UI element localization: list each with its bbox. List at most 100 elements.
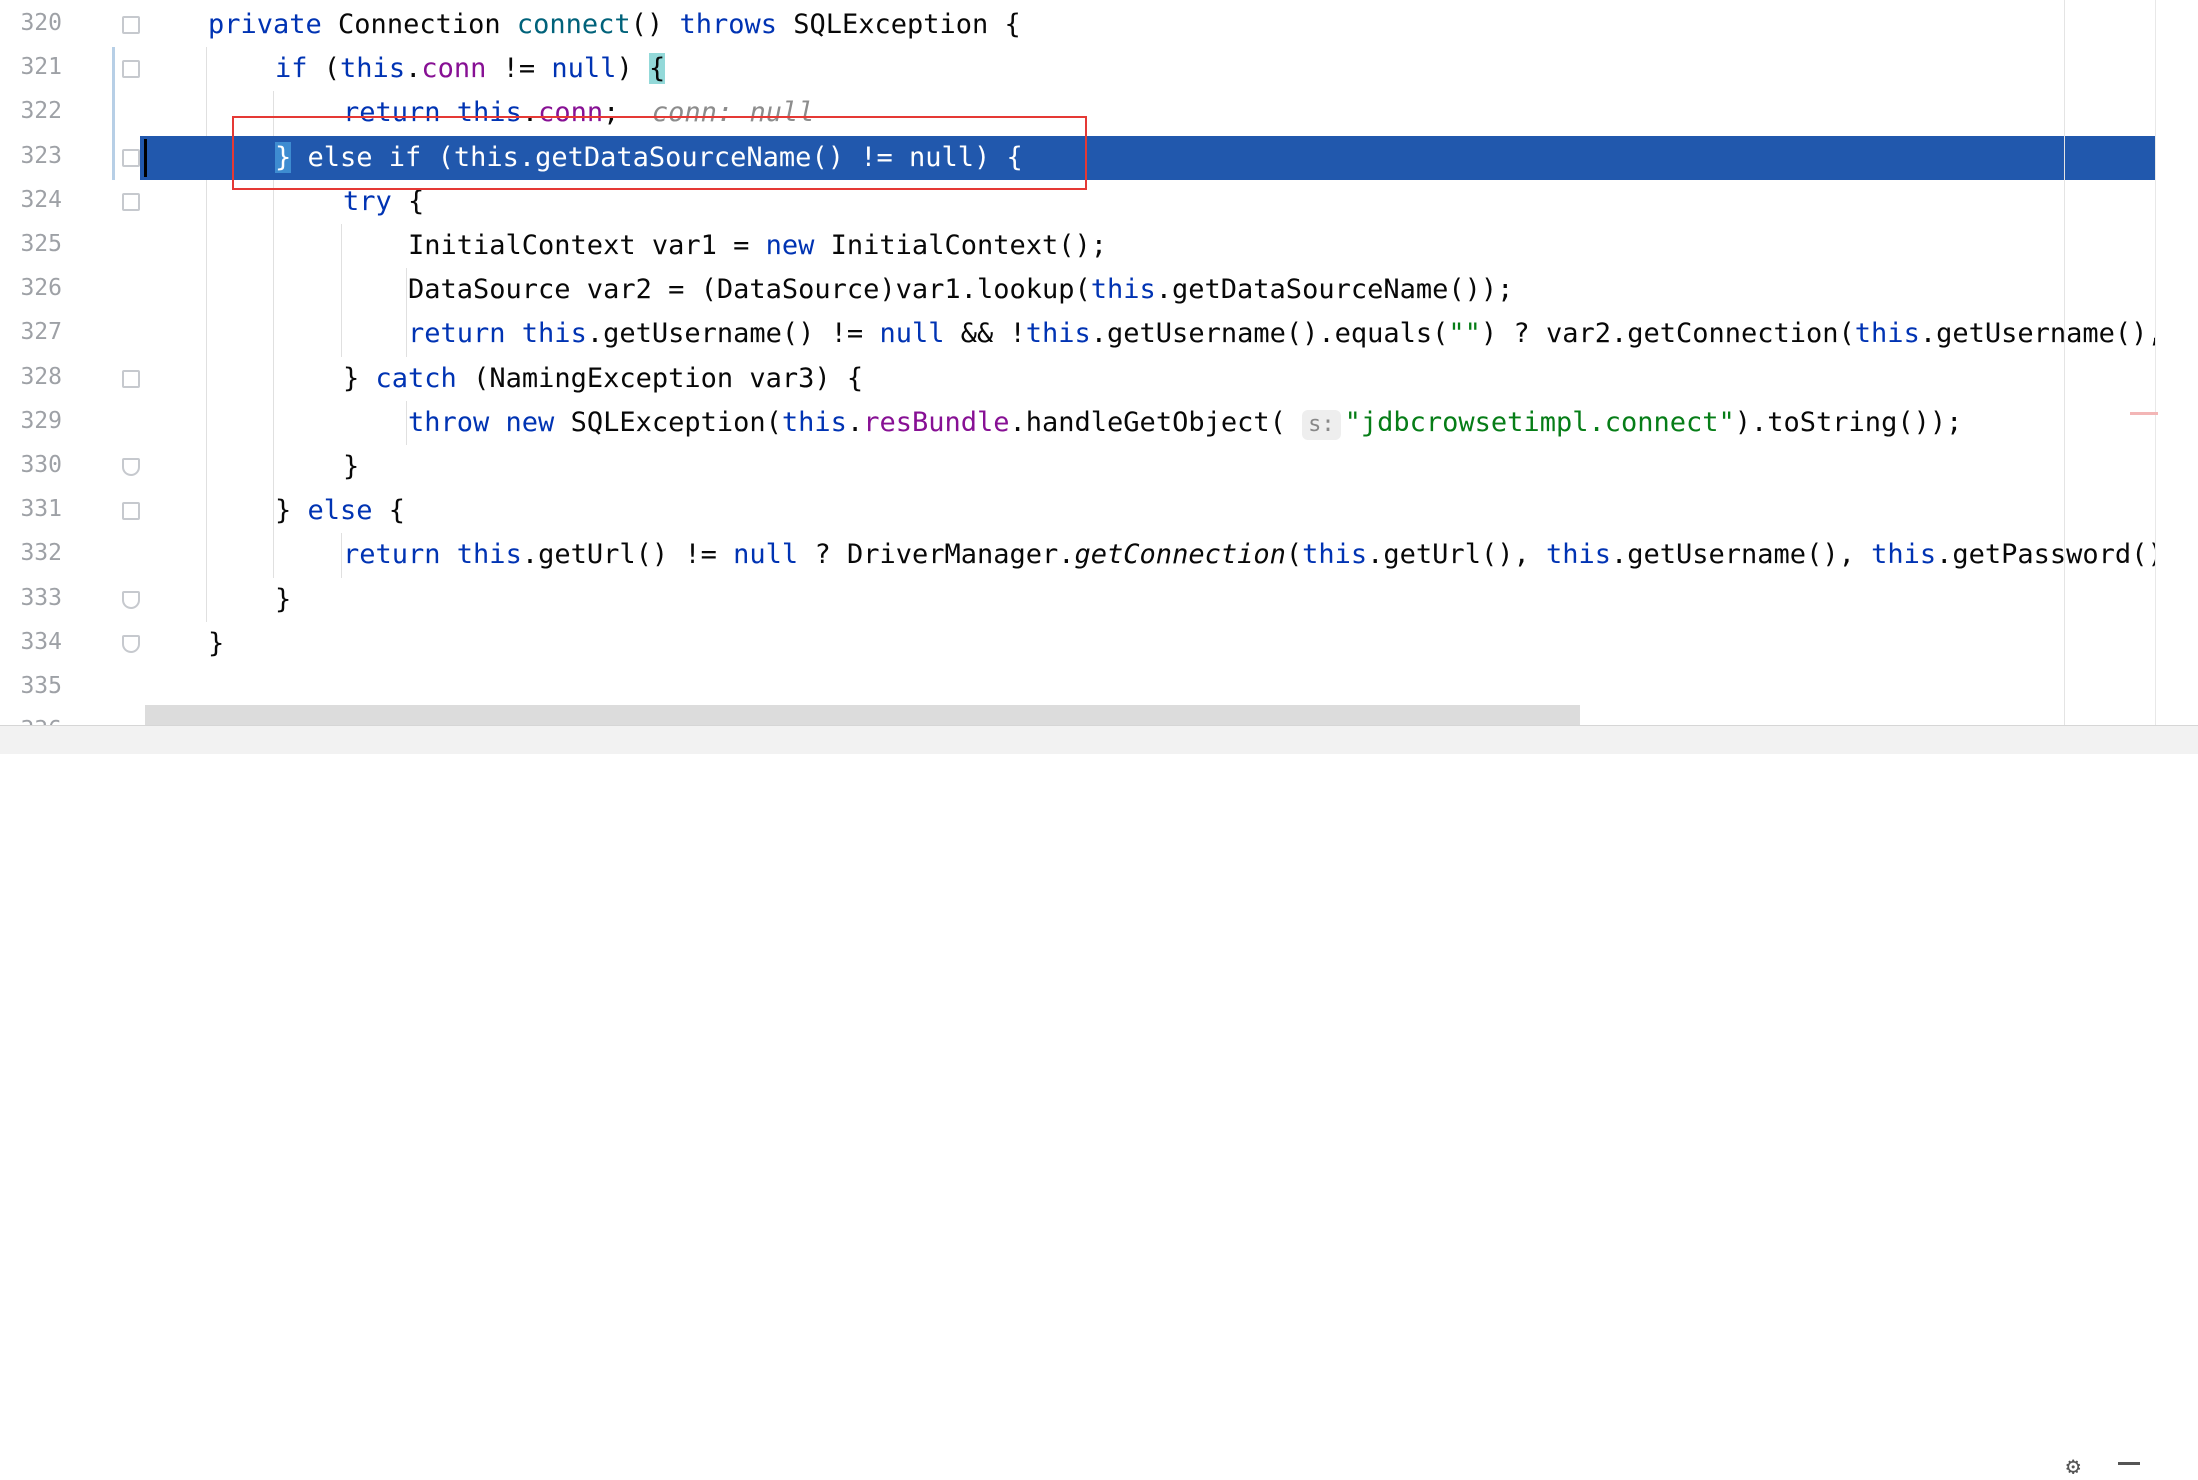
line-number[interactable]: 326	[0, 266, 62, 310]
code-token: {	[408, 185, 425, 217]
code-line[interactable]: InitialContext var1 = new InitialContext…	[408, 224, 1107, 268]
code-line[interactable]: }	[275, 578, 291, 622]
line-number[interactable]: 325	[0, 222, 62, 266]
code-token: (	[323, 53, 341, 85]
code-token: this	[340, 53, 406, 85]
vcs-change-marker[interactable]	[112, 47, 115, 180]
code-token: .getUrl() !=	[521, 539, 734, 571]
code-token: && !	[944, 318, 1026, 350]
code-token: this	[521, 318, 587, 350]
code-line[interactable]: throw new SQLException(this.resBundle.ha…	[408, 401, 1962, 445]
code-editor[interactable]: 320 321 322 323 324 325 326 327 328 329 330 331 332 3…	[0, 0, 2198, 725]
code-token: this	[1302, 539, 1368, 571]
code-line[interactable]: }	[208, 622, 224, 666]
code-token: (	[1285, 539, 1303, 571]
code-token: null	[733, 539, 799, 571]
line-number[interactable]: 324	[0, 178, 62, 222]
code-token: null	[879, 318, 945, 350]
code-line[interactable]: } else {	[275, 489, 405, 533]
code-token: Connection	[338, 9, 517, 40]
fold-toggle-icon[interactable]	[122, 192, 140, 211]
line-number[interactable]: 333	[0, 576, 62, 620]
code-line[interactable]: } catch (NamingException var3) {	[343, 357, 863, 401]
fold-toggle-icon[interactable]	[122, 369, 140, 388]
line-number[interactable]: 321	[0, 45, 62, 89]
indent-guide	[341, 533, 342, 578]
code-token: }	[275, 583, 292, 615]
code-token: SQLException(	[570, 406, 782, 438]
code-token: this	[1854, 318, 1920, 350]
text-caret	[144, 138, 147, 177]
fold-toggle-icon[interactable]	[122, 502, 140, 521]
code-line[interactable]: }	[343, 445, 359, 489]
line-number[interactable]: 334	[0, 620, 62, 664]
code-line[interactable]: DataSource var2 = (DataSource)var1.looku…	[408, 268, 1513, 312]
code-token: .getUrl(),	[1367, 539, 1546, 571]
code-token: .getUsername() !=	[586, 318, 880, 350]
line-number[interactable]: 329	[0, 399, 62, 443]
horizontal-scrollbar-thumb[interactable]	[145, 705, 1580, 725]
line-number-gutter[interactable]: 320 321 322 323 324 325 326 327 328 329 330 331 332 3…	[0, 0, 140, 725]
right-margin-guide	[2064, 0, 2065, 725]
code-token: return	[408, 318, 522, 350]
code-token: DataSource var2 = (DataSource)var1.looku…	[408, 274, 1091, 306]
line-number[interactable]: 330	[0, 443, 62, 487]
code-token: throws	[679, 9, 794, 40]
code-token: new	[765, 230, 831, 261]
line-number[interactable]: 322	[0, 89, 62, 133]
code-token: SQLException {	[793, 9, 1021, 40]
code-area[interactable]: private Connection connect() throws SQLE…	[140, 0, 2198, 725]
code-token: else	[307, 495, 389, 527]
code-token: this	[781, 406, 847, 438]
code-token: null	[551, 53, 617, 85]
code-line[interactable]: if (this.conn != null) {	[275, 47, 666, 91]
line-number[interactable]: 320	[0, 1, 62, 45]
fold-toggle-icon[interactable]	[122, 16, 140, 34]
status-bar: ⚙	[0, 725, 2198, 1478]
line-number[interactable]: 336	[0, 708, 62, 725]
line-number[interactable]: 327	[0, 310, 62, 354]
code-token: ()	[630, 9, 680, 40]
code-token: .getUsername().equals(	[1090, 318, 1449, 350]
code-token: .getUsername(),	[1611, 539, 1872, 571]
code-token: }	[275, 495, 308, 527]
code-token: return	[343, 539, 457, 571]
code-token: conn	[421, 53, 487, 85]
code-token: ) ? var2.getConnection(	[1480, 318, 1855, 350]
code-token: .	[846, 406, 864, 438]
code-line[interactable]: private Connection connect() throws SQLE…	[208, 3, 1021, 47]
line-number[interactable]: 335	[0, 664, 62, 708]
indent-guide	[406, 268, 407, 357]
minus-icon[interactable]	[2118, 1462, 2140, 1465]
line-number[interactable]: 332	[0, 531, 62, 575]
fold-toggle-icon[interactable]	[122, 458, 140, 476]
code-token: this	[1090, 274, 1156, 306]
code-token: this	[1025, 318, 1091, 350]
line-number[interactable]: 328	[0, 355, 62, 399]
code-token: catch	[375, 362, 474, 394]
code-line[interactable]: return this.getUsername() != null && !th…	[408, 312, 2196, 356]
fold-toggle-icon[interactable]	[122, 590, 140, 609]
fold-toggle-icon[interactable]	[122, 148, 140, 167]
highlight-annotation-box	[232, 116, 1087, 190]
code-token: {	[648, 53, 666, 85]
code-token: "jdbcrowsetimpl.connect"	[1344, 406, 1735, 438]
code-token: .handleGetObject(	[1009, 406, 1303, 438]
code-token: private	[208, 9, 339, 40]
fold-toggle-icon[interactable]	[122, 60, 140, 79]
line-number[interactable]: 331	[0, 487, 62, 531]
code-line[interactable]: return this .getUrl() != null ? DriverMan…	[343, 533, 2180, 577]
error-stripe-marker[interactable]	[2130, 412, 2158, 415]
parameter-hint: s:	[1302, 409, 1341, 440]
code-token: }	[208, 627, 225, 659]
code-token: ? DriverManager.	[798, 539, 1075, 571]
vertical-scrollbar[interactable]	[2155, 0, 2198, 725]
code-token: InitialContext var1 =	[408, 230, 766, 261]
code-token: new	[505, 406, 571, 438]
code-token: .getPassword())	[1936, 539, 2180, 571]
fold-toggle-icon[interactable]	[122, 634, 140, 653]
gear-icon[interactable]: ⚙	[2066, 1454, 2080, 1478]
code-token: this	[1545, 539, 1611, 571]
line-number[interactable]: 323	[0, 134, 62, 178]
code-token: {	[388, 495, 406, 527]
